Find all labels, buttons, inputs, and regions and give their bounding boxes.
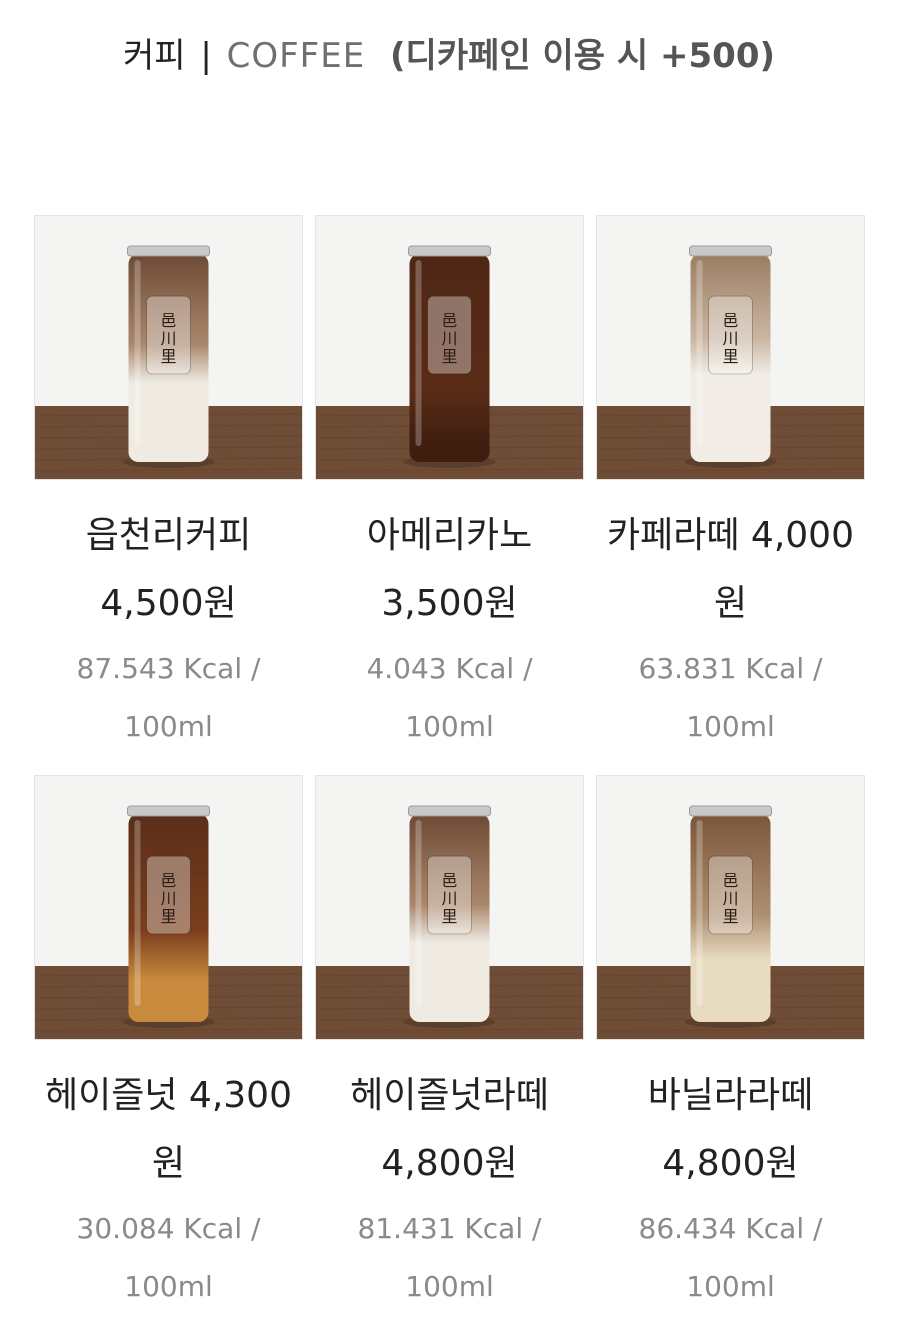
- menu-item-info: 바닐라라떼 4,800원 86.434 Kcal / 100ml: [596, 1062, 865, 1316]
- menu-item-calories: 86.434 Kcal / 100ml: [596, 1200, 865, 1316]
- svg-text:里: 里: [722, 347, 738, 366]
- svg-text:里: 里: [722, 907, 738, 926]
- menu-item-calories: 63.831 Kcal / 100ml: [596, 640, 865, 756]
- calories-volume: 100ml: [124, 1270, 213, 1303]
- menu-item-name: 헤이즐넛 4,300: [45, 1075, 292, 1116]
- menu-item-calories: 4.043 Kcal / 100ml: [315, 640, 584, 756]
- svg-text:川: 川: [160, 889, 176, 908]
- svg-text:邑: 邑: [160, 311, 176, 330]
- menu-item-card[interactable]: 邑川里 읍천리커피 4,500원 87.543 Kcal / 100ml: [34, 215, 303, 775]
- menu-item-price: 4,800원: [381, 1143, 518, 1184]
- menu-item-price: 원: [713, 583, 748, 624]
- menu-item-info: 헤이즐넛 4,300 원 30.084 Kcal / 100ml: [34, 1062, 303, 1316]
- page-title: 커피 | COFFEE (디카페인 이용 시 +500): [0, 30, 898, 82]
- drink-photo[interactable]: 邑川里: [34, 775, 303, 1040]
- drink-can-illustration: 邑川里: [316, 216, 583, 479]
- menu-item-card[interactable]: 邑川里 헤이즐넛라떼 4,800원 81.431 Kcal / 100ml: [315, 775, 584, 1335]
- svg-text:邑: 邑: [160, 871, 176, 890]
- svg-text:川: 川: [441, 329, 457, 348]
- menu-item-card[interactable]: 邑川里 헤이즐넛 4,300 원 30.084 Kcal / 100ml: [34, 775, 303, 1335]
- menu-item-calories: 30.084 Kcal / 100ml: [34, 1200, 303, 1316]
- menu-item-info: 읍천리커피 4,500원 87.543 Kcal / 100ml: [34, 502, 303, 756]
- menu-item-calories: 87.543 Kcal / 100ml: [34, 640, 303, 756]
- svg-text:邑: 邑: [722, 311, 738, 330]
- title-english: COFFEE: [226, 36, 366, 76]
- calories-volume: 100ml: [124, 710, 213, 743]
- svg-text:里: 里: [441, 907, 457, 926]
- calories-volume: 100ml: [686, 710, 775, 743]
- menu-item-card[interactable]: 邑川里 아메리카노 3,500원 4.043 Kcal / 100ml: [315, 215, 584, 775]
- calories-value: 87.543 Kcal /: [76, 652, 261, 685]
- menu-item-info: 헤이즐넛라떼 4,800원 81.431 Kcal / 100ml: [315, 1062, 584, 1316]
- menu-item-card[interactable]: 邑川里 바닐라라떼 4,800원 86.434 Kcal / 100ml: [596, 775, 865, 1335]
- calories-value: 81.431 Kcal /: [357, 1212, 542, 1245]
- menu-item-name-price: 헤이즐넛 4,300 원: [34, 1062, 303, 1198]
- svg-text:里: 里: [160, 347, 176, 366]
- svg-text:川: 川: [722, 329, 738, 348]
- svg-text:邑: 邑: [722, 871, 738, 890]
- menu-item-info: 아메리카노 3,500원 4.043 Kcal / 100ml: [315, 502, 584, 756]
- drink-photo[interactable]: 邑川里: [315, 215, 584, 480]
- menu-item-name: 바닐라라떼: [647, 1075, 814, 1116]
- menu-item-calories: 81.431 Kcal / 100ml: [315, 1200, 584, 1316]
- drink-photo[interactable]: 邑川里: [596, 215, 865, 480]
- drink-photo[interactable]: 邑川里: [596, 775, 865, 1040]
- svg-text:里: 里: [160, 907, 176, 926]
- svg-text:川: 川: [441, 889, 457, 908]
- calories-value: 63.831 Kcal /: [638, 652, 823, 685]
- drink-photo[interactable]: 邑川里: [315, 775, 584, 1040]
- svg-text:里: 里: [441, 347, 457, 366]
- calories-value: 4.043 Kcal /: [366, 652, 533, 685]
- title-korean: 커피: [122, 36, 186, 76]
- decaf-note: (디카페인 이용 시 +500): [390, 36, 776, 76]
- calories-volume: 100ml: [405, 710, 494, 743]
- svg-text:川: 川: [160, 329, 176, 348]
- menu-item-name-price: 바닐라라떼 4,800원: [596, 1062, 865, 1198]
- menu-grid: 邑川里 읍천리커피 4,500원 87.543 Kcal / 100ml 邑川里…: [34, 215, 866, 1335]
- calories-value: 86.434 Kcal /: [638, 1212, 823, 1245]
- drink-photo[interactable]: 邑川里: [34, 215, 303, 480]
- drink-can-illustration: 邑川里: [597, 776, 864, 1039]
- menu-item-name-price: 읍천리커피 4,500원: [34, 502, 303, 638]
- calories-volume: 100ml: [686, 1270, 775, 1303]
- menu-item-name-price: 카페라떼 4,000 원: [596, 502, 865, 638]
- svg-text:川: 川: [722, 889, 738, 908]
- menu-item-price: 4,500원: [100, 583, 237, 624]
- svg-text:邑: 邑: [441, 311, 457, 330]
- svg-text:邑: 邑: [441, 871, 457, 890]
- menu-item-price: 원: [151, 1143, 186, 1184]
- calories-volume: 100ml: [405, 1270, 494, 1303]
- menu-item-price: 3,500원: [381, 583, 518, 624]
- title-separator: |: [200, 36, 212, 76]
- calories-value: 30.084 Kcal /: [76, 1212, 261, 1245]
- menu-item-card[interactable]: 邑川里 카페라떼 4,000 원 63.831 Kcal / 100ml: [596, 215, 865, 775]
- drink-can-illustration: 邑川里: [35, 216, 302, 479]
- menu-item-name: 헤이즐넛라떼: [350, 1075, 549, 1116]
- drink-can-illustration: 邑川里: [316, 776, 583, 1039]
- menu-item-price: 4,800원: [662, 1143, 799, 1184]
- drink-can-illustration: 邑川里: [35, 776, 302, 1039]
- menu-item-name: 읍천리커피: [85, 515, 252, 556]
- menu-item-name-price: 헤이즐넛라떼 4,800원: [315, 1062, 584, 1198]
- drink-can-illustration: 邑川里: [597, 216, 864, 479]
- menu-item-name: 카페라떼 4,000: [607, 515, 854, 556]
- menu-item-info: 카페라떼 4,000 원 63.831 Kcal / 100ml: [596, 502, 865, 756]
- menu-item-name-price: 아메리카노 3,500원: [315, 502, 584, 638]
- menu-item-name: 아메리카노: [366, 515, 533, 556]
